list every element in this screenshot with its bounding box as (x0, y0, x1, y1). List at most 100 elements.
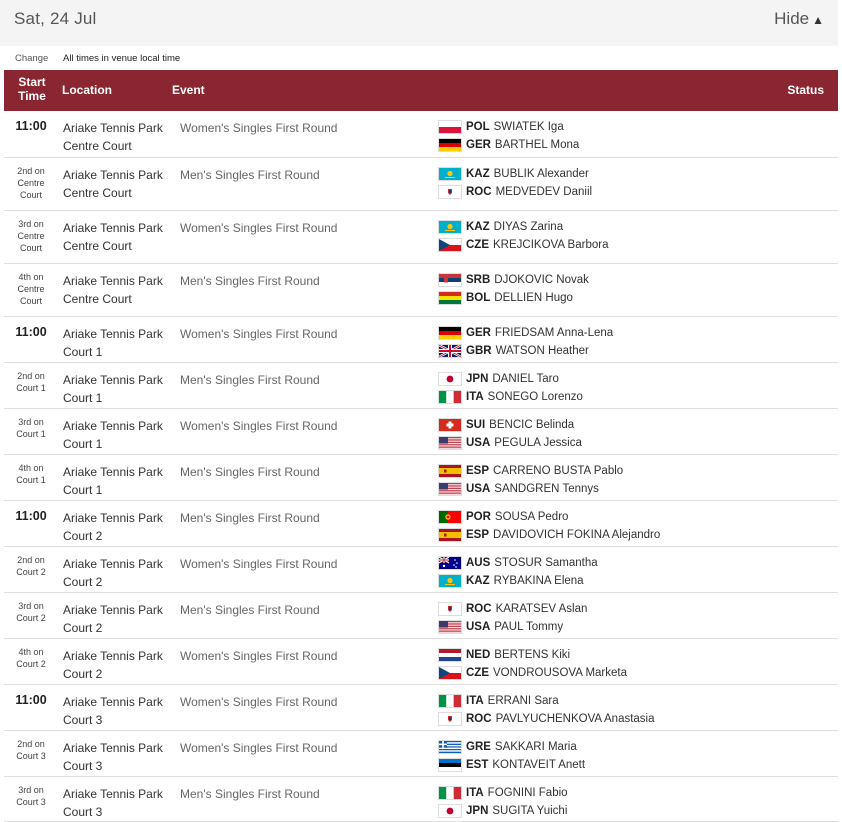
country-code: ROC (466, 186, 492, 198)
chevron-up-icon: ▲ (812, 13, 824, 27)
flag-usa-icon (438, 436, 462, 450)
table-row[interactable]: 4th on Centre Court Ariake Tennis Park Cen… (4, 264, 838, 317)
start-time: 3rd on Court 1 (16, 417, 46, 439)
player-entry: KAZ DIYAS Zarina (438, 218, 608, 236)
flag-jpn-icon (438, 372, 462, 386)
player-name: MEDVEDEV Daniil (495, 186, 593, 198)
schedule-table-body: 11:00 Ariake Tennis Park Centre Court Women… (4, 111, 838, 822)
country-code: SUI (466, 419, 486, 431)
start-time: 3rd on Court 3 (16, 785, 46, 807)
player-name: PEGULA Jessica (494, 437, 582, 449)
table-row[interactable]: 3rd on Court 2 Ariake Tennis Park Court 2 M… (4, 593, 838, 639)
player-entry: ESP CARRENO BUSTA Pablo (438, 462, 623, 480)
venue-name: Ariake Tennis Park (63, 511, 163, 525)
player-name: DIYAS Zarina (493, 221, 564, 233)
flag-kaz-icon (438, 574, 462, 588)
player-name: FRIEDSAM Anna-Lena (494, 327, 614, 339)
player-name: BERTENS Kiki (494, 649, 571, 661)
match-players: ESP CARRENO BUSTA Pablo USA SANDGREN Tennys (438, 462, 623, 498)
country-code: POR (466, 511, 491, 523)
country-code: ITA (466, 695, 484, 707)
country-code: NED (466, 649, 491, 661)
table-row[interactable]: 11:00 Ariake Tennis Park Court 2 Men's Sing… (4, 501, 838, 547)
start-time: 4th on Centre Court (17, 272, 45, 306)
table-row[interactable]: 3rd on Court 1 Ariake Tennis Park Court 1 W… (4, 409, 838, 455)
player-entry: JPN SUGITA Yuichi (438, 802, 568, 820)
player-entry: SRB DJOKOVIC Novak (438, 271, 589, 289)
table-row[interactable]: 11:00 Ariake Tennis Park Court 1 Women's Si… (4, 317, 838, 363)
country-code: GER (466, 139, 491, 151)
table-row[interactable]: 2nd on Court 1 Ariake Tennis Park Court 1 M… (4, 363, 838, 409)
player-name: SAKKARI Maria (494, 741, 577, 753)
player-name: SOUSA Pedro (494, 511, 569, 523)
player-name: BUBLIK Alexander (493, 168, 589, 180)
flag-srb-icon (438, 273, 462, 287)
flag-jpn-icon (438, 804, 462, 818)
location: Ariake Tennis Park Court 2 (63, 509, 163, 545)
player-name: DJOKOVIC Novak (494, 274, 589, 286)
start-time: 4th on Court 2 (16, 647, 46, 669)
match-players: NED BERTENS Kiki CZE VONDROUSOVA Marketa (438, 646, 627, 682)
match-players: KAZ BUBLIK Alexander ROC MEDVEDEV Daniil (438, 165, 592, 201)
start-time: 4th on Court 1 (16, 463, 46, 485)
location: Ariake Tennis Park Court 1 (63, 371, 163, 407)
match-players: ITA FOGNINI Fabio JPN SUGITA Yuichi (438, 784, 568, 820)
court-name: Court 1 (63, 437, 103, 451)
country-code: KAZ (466, 168, 490, 180)
hide-toggle[interactable]: Hide ▲ (774, 9, 824, 29)
start-time: 11:00 (15, 509, 47, 523)
event-name: Men's Singles First Round (180, 465, 320, 479)
country-code: JPN (466, 805, 489, 817)
match-players: ITA ERRANI Sara ROC PAVLYUCHENKOVA Anastasi… (438, 692, 655, 728)
court-name: Court 1 (63, 345, 103, 359)
location: Ariake Tennis Park Court 1 (63, 417, 163, 453)
country-code: CZE (466, 667, 489, 679)
player-entry: KAZ BUBLIK Alexander (438, 165, 592, 183)
table-row[interactable]: 4th on Court 2 Ariake Tennis Park Court 2 W… (4, 639, 838, 685)
table-row[interactable]: 2nd on Court 3 Ariake Tennis Park Court 3 W… (4, 731, 838, 777)
venue-name: Ariake Tennis Park (63, 787, 163, 801)
table-header: Start Time Location Event Status (4, 70, 838, 111)
player-name: KARATSEV Aslan (495, 603, 588, 615)
player-entry: JPN DANIEL Taro (438, 370, 583, 388)
country-code: ROC (466, 713, 492, 725)
table-row[interactable]: 2nd on Court 2 Ariake Tennis Park Court 2 W… (4, 547, 838, 593)
location: Ariake Tennis Park Court 3 (63, 693, 163, 729)
match-players: JPN DANIEL Taro ITA SONEGO Lorenzo (438, 370, 583, 406)
day-header: Sat, 24 Jul Hide ▲ (0, 0, 838, 46)
location: Ariake Tennis Park Court 3 (63, 785, 163, 821)
table-row[interactable]: 11:00 Ariake Tennis Park Centre Court Women… (4, 111, 838, 158)
player-name: CARRENO BUSTA Pablo (493, 465, 624, 477)
timezone-note: All times in venue local time (63, 53, 181, 64)
table-row[interactable]: 3rd on Court 3 Ariake Tennis Park Court 3 M… (4, 777, 838, 822)
table-row[interactable]: 2nd on Centre Court Ariake Tennis Park Cen… (4, 158, 838, 211)
location: Ariake Tennis Park Centre Court (63, 219, 163, 255)
flag-ned-icon (438, 648, 462, 662)
table-row[interactable]: 4th on Court 1 Ariake Tennis Park Court 1 M… (4, 455, 838, 501)
venue-name: Ariake Tennis Park (63, 603, 163, 617)
country-code: JPN (466, 373, 489, 385)
event-name: Women's Singles First Round (180, 121, 338, 135)
flag-roc-icon (438, 712, 462, 726)
player-entry: ITA SONEGO Lorenzo (438, 388, 583, 406)
event-name: Women's Singles First Round (180, 695, 338, 709)
player-entry: ITA ERRANI Sara (438, 692, 655, 710)
table-row[interactable]: 11:00 Ariake Tennis Park Court 3 Women's Si… (4, 685, 838, 731)
event-name: Men's Singles First Round (180, 603, 320, 617)
flag-esp-icon (438, 528, 462, 542)
event-name: Men's Singles First Round (180, 511, 320, 525)
player-entry: GBR WATSON Heather (438, 342, 613, 360)
country-code: GER (466, 327, 491, 339)
country-code: USA (466, 621, 491, 633)
court-name: Court 1 (63, 483, 103, 497)
player-name: ERRANI Sara (487, 695, 559, 707)
change-link[interactable]: Change (15, 53, 48, 64)
event-name: Women's Singles First Round (180, 741, 338, 755)
start-time: 11:00 (15, 119, 47, 133)
venue-name: Ariake Tennis Park (63, 465, 163, 479)
table-row[interactable]: 3rd on Centre Court Ariake Tennis Park Cen… (4, 211, 838, 264)
player-entry: BOL DELLIEN Hugo (438, 289, 589, 307)
player-entry: CZE VONDROUSOVA Marketa (438, 664, 627, 682)
match-players: POL SWIATEK Iga GER BARTHEL Mona (438, 118, 579, 154)
country-code: CZE (466, 239, 489, 251)
